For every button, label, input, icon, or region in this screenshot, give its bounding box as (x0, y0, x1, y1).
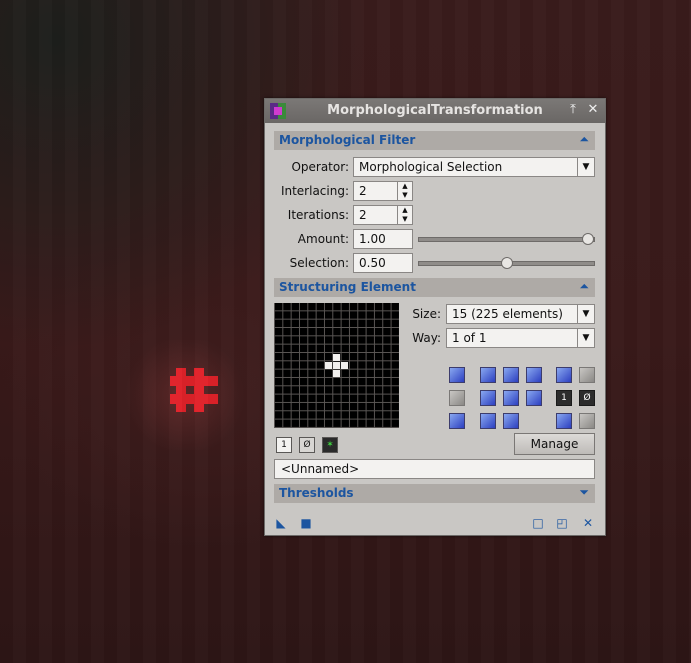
rotate-icon[interactable] (503, 367, 519, 383)
preview-icon[interactable]: □ (532, 517, 544, 529)
iterations-spinbox[interactable]: 2 ▲ ▼ (353, 205, 413, 225)
thresholds-section-header[interactable]: Thresholds ⏷ (274, 484, 595, 503)
selection-input[interactable]: 0.50 (353, 253, 413, 273)
copy-way-icon[interactable] (579, 367, 595, 383)
set-all-zero-icon[interactable]: Ø (579, 390, 595, 406)
element-name-field[interactable]: <Unnamed> (274, 459, 595, 479)
active-cell[interactable] (332, 361, 341, 370)
chevron-down-icon: ▼ (577, 158, 594, 176)
element-name-value: <Unnamed> (281, 462, 360, 476)
amount-slider-handle[interactable] (582, 233, 594, 245)
collapse-icon[interactable]: ⏶ (579, 132, 589, 147)
red-star-image (170, 368, 218, 412)
shade-icon[interactable]: ⤒ (565, 102, 581, 118)
title-bar[interactable]: MorphologicalTransformation ⤒ ✕ (265, 99, 605, 123)
chevron-down-icon: ▼ (577, 305, 594, 323)
close-icon[interactable]: ✕ (585, 102, 601, 118)
structuring-element-editor[interactable] (274, 303, 399, 428)
set-all-one-icon[interactable]: 1 (556, 390, 572, 406)
draw-zero-icon[interactable]: Ø (299, 437, 315, 453)
new-instance-icon[interactable]: ◣ (275, 517, 287, 529)
selection-value: 0.50 (359, 256, 386, 270)
amount-slider[interactable] (418, 233, 595, 245)
active-cell[interactable] (324, 361, 332, 370)
active-cell[interactable] (332, 370, 341, 378)
way-label: Way: (412, 331, 441, 345)
spin-down-icon[interactable]: ▼ (397, 191, 412, 200)
size-combo[interactable]: 15 (225 elements) ▼ (446, 304, 595, 324)
morphological-transformation-window: MorphologicalTransformation ⤒ ✕ Morpholo… (264, 98, 606, 536)
delete-way-icon[interactable] (579, 413, 595, 429)
iterations-label: Iterations: (287, 208, 349, 222)
size-label: Size: (412, 307, 441, 321)
operator-value: Morphological Selection (359, 160, 503, 174)
interlacing-spinbox[interactable]: 2 ▲ ▼ (353, 181, 413, 201)
apply-global-icon[interactable]: ■ (300, 517, 312, 529)
amount-input[interactable]: 1.00 (353, 229, 413, 249)
diagonal-element-icon[interactable] (503, 390, 519, 406)
active-cell[interactable] (332, 353, 341, 361)
x-element-icon[interactable] (503, 413, 519, 429)
spin-up-icon[interactable]: ▲ (397, 182, 412, 191)
selection-slider-handle[interactable] (500, 257, 513, 269)
window-title: MorphologicalTransformation (327, 103, 543, 118)
selection-slider[interactable] (418, 257, 595, 269)
cross-element-icon[interactable] (480, 413, 496, 429)
expand-icon[interactable]: ⏷ (579, 485, 589, 500)
interlacing-label: Interlacing: (280, 184, 349, 198)
bottom-toolbar: ◣ ■ □ ◰ ✕ (265, 511, 605, 535)
undo-icon[interactable] (449, 367, 465, 383)
redo-icon[interactable] (449, 390, 465, 406)
section-title: Thresholds (279, 486, 354, 500)
show-all-icon[interactable]: ✶ (322, 437, 338, 453)
invert-element-icon[interactable] (526, 390, 542, 406)
flip-vertical-icon[interactable] (526, 367, 542, 383)
operator-label: Operator: (291, 160, 349, 174)
size-value: 15 (225 elements) (452, 307, 563, 321)
way-combo[interactable]: 1 of 1 ▼ (446, 328, 595, 348)
active-cell[interactable] (341, 361, 349, 370)
morphological-filter-section-header[interactable]: Morphological Filter ⏶ (274, 131, 595, 150)
operator-combo[interactable]: Morphological Selection ▼ (353, 157, 595, 177)
amount-label: Amount: (297, 232, 349, 246)
add-way-icon[interactable] (556, 367, 572, 383)
section-title: Structuring Element (279, 280, 416, 294)
interlacing-value: 2 (359, 184, 367, 198)
manage-button[interactable]: Manage (514, 433, 595, 455)
spin-up-icon[interactable]: ▲ (397, 206, 412, 215)
section-title: Morphological Filter (279, 133, 416, 147)
chevron-down-icon: ▼ (577, 329, 594, 347)
selection-label: Selection: (289, 256, 349, 270)
reset-icon[interactable]: ✕ (582, 517, 594, 529)
star-element-icon[interactable] (449, 413, 465, 429)
structuring-element-section-header[interactable]: Structuring Element ⏶ (274, 278, 595, 297)
collapse-icon[interactable]: ⏶ (579, 279, 589, 294)
iterations-value: 2 (359, 208, 367, 222)
draw-one-icon[interactable]: 1 (276, 437, 292, 453)
browse-documentation-icon[interactable]: ◰ (556, 517, 568, 529)
next-way-icon[interactable] (556, 413, 572, 429)
way-value: 1 of 1 (452, 331, 487, 345)
spin-down-icon[interactable]: ▼ (397, 215, 412, 224)
circular-element-icon[interactable] (480, 367, 496, 383)
diamond-element-icon[interactable] (480, 390, 496, 406)
amount-value: 1.00 (359, 232, 386, 246)
